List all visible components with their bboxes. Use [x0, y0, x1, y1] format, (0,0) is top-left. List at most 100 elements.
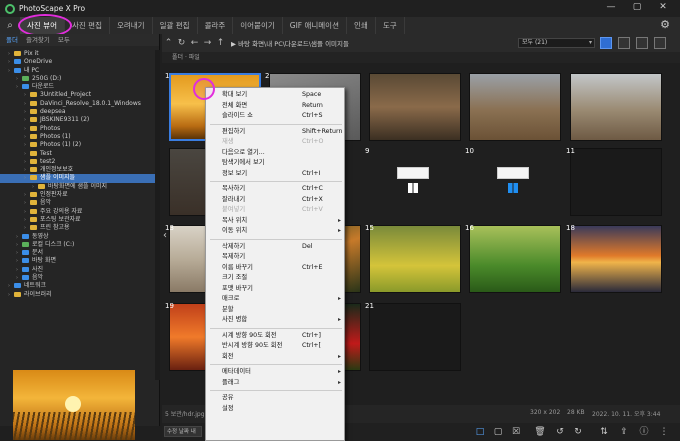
context-menu-item[interactable]: 공유	[206, 393, 346, 403]
forward-arrow-icon[interactable]: →	[201, 38, 214, 48]
thumbnail-cell[interactable]: 11	[566, 147, 663, 225]
context-menu-item[interactable]: 메타데이터 ▸	[206, 367, 346, 377]
tree-item[interactable]: › DaVinci_Resolve_18.0.1_Windows	[0, 100, 155, 108]
tree-item[interactable]: › 문서	[0, 249, 155, 257]
tree-item[interactable]: › 개인정보보호	[0, 166, 155, 174]
folder-path[interactable]: ▶ 바탕 화면\내 PC\다운로드\샘플 이미지들	[231, 38, 349, 48]
thumbnail-cell[interactable]: 15	[365, 224, 462, 302]
minimize-button[interactable]: —	[598, 2, 624, 12]
context-menu-item[interactable]: 매크로 ▸	[206, 294, 346, 304]
close-button[interactable]: ✕	[650, 2, 676, 12]
thumbnail-cell[interactable]: 10	[465, 147, 562, 225]
tree-item[interactable]: › 로컬 디스크 (C:)	[0, 241, 155, 249]
fullscreen-icon[interactable]	[654, 37, 666, 49]
context-menu-item[interactable]: 전체 화면 Return	[206, 101, 346, 111]
select-icon[interactable]: □	[474, 426, 486, 438]
context-menu-item[interactable]: 삭제하기 Del	[206, 242, 346, 252]
context-menu-item[interactable]: 이동 위치 ▸	[206, 226, 346, 236]
tab-cut-out[interactable]: 오려내기	[110, 17, 153, 34]
tree-item[interactable]: › 바탕 화면	[0, 257, 155, 265]
back-arrow-icon[interactable]: ←	[188, 38, 201, 48]
frame-icon[interactable]: ▢	[492, 426, 504, 438]
tree-item[interactable]: › Test	[0, 150, 155, 158]
refresh-icon[interactable]: ↻	[175, 38, 188, 48]
thumbnail-cell[interactable]: 16	[465, 224, 562, 302]
tree-item[interactable]: › 라이브러리	[0, 291, 155, 299]
thumbnail-cell[interactable]	[566, 72, 663, 150]
tree-item[interactable]: › 동영상	[0, 233, 155, 241]
tree-item[interactable]: › 프린 참고용	[0, 224, 155, 232]
context-menu-item[interactable]: 정보 보기 Ctrl+I	[206, 169, 346, 179]
context-menu-item[interactable]: 확대 보기 Space	[206, 90, 346, 100]
thumbnail-cell[interactable]	[465, 72, 562, 150]
rotate-right-icon[interactable]: ↻	[572, 426, 584, 438]
context-menu-item[interactable]: 편집하기 Shift+Return	[206, 127, 346, 137]
context-menu-item[interactable]: 반시계 방향 90도 회전 Ctrl+[	[206, 341, 346, 351]
tree-item[interactable]: › 250G (D:)	[0, 75, 155, 83]
context-menu-item[interactable]: 잘라내기 Ctrl+X	[206, 195, 346, 205]
tree-item[interactable]: › Pix it	[0, 50, 155, 58]
tree-item[interactable]: › 내 PC	[0, 67, 155, 75]
context-menu-item[interactable]: 슬라이드 쇼 Ctrl+S	[206, 111, 346, 121]
context-menu-item[interactable]: 복제하기	[206, 252, 346, 262]
tab-gif-animation[interactable]: GIF 애니메이션	[283, 17, 347, 34]
context-menu-item[interactable]: 플래그 ▸	[206, 378, 346, 388]
large-view-icon[interactable]	[636, 37, 648, 49]
filter-dropdown[interactable]: 모두 (21) ▾	[518, 38, 595, 48]
tree-item[interactable]: › 3Untitled_Project	[0, 91, 155, 99]
tree-item[interactable]: › Photos (1)	[0, 133, 155, 141]
context-menu-item[interactable]: 크기 조절	[206, 273, 346, 283]
tab-favorites[interactable]: 즐겨찾기	[26, 34, 50, 46]
tree-item[interactable]: › JBSKINE9311 (2)	[0, 116, 155, 124]
grid-left-arrow-icon[interactable]: ‹	[163, 230, 167, 241]
context-menu-item[interactable]: 분할	[206, 305, 346, 315]
context-menu-item[interactable]: 복사 위치 ▸	[206, 216, 346, 226]
gear-icon[interactable]: ⚙	[660, 18, 670, 31]
tab-folders[interactable]: 폴더	[6, 34, 18, 46]
thumbnail-cell[interactable]	[365, 72, 462, 150]
tree-item[interactable]: › 사진	[0, 266, 155, 274]
sort-icon[interactable]: ⇅	[598, 426, 610, 438]
parent-folder-icon[interactable]: ↑	[214, 38, 227, 48]
grid-view-icon[interactable]	[600, 37, 612, 49]
context-menu-item[interactable]: 다음으로 열기...	[206, 148, 346, 158]
tree-item[interactable]: › 바탕화면에 샘플 이미지	[0, 183, 155, 191]
tab-all[interactable]: 모두	[58, 34, 70, 46]
thumbnail-cell[interactable]: 9▶	[351, 147, 462, 235]
search-icon[interactable]: ⌕	[0, 20, 20, 31]
tree-item[interactable]: › OneDrive	[0, 58, 155, 66]
thumbnail-cell[interactable]: 21	[365, 302, 462, 380]
context-menu-item[interactable]: 사진 병합 ▸	[206, 315, 346, 325]
tree-item[interactable]: › 네트워크	[0, 282, 155, 290]
tree-item[interactable]: › 음악	[0, 199, 155, 207]
tab-batch-edit[interactable]: 일괄 편집	[153, 17, 198, 34]
context-menu-item[interactable]: 복사하기 Ctrl+C	[206, 184, 346, 194]
context-menu-item[interactable]: 설정	[206, 404, 346, 414]
tree-item[interactable]: › 다운로드	[0, 83, 155, 91]
tab-tools[interactable]: 도구	[376, 17, 405, 34]
context-menu-item[interactable]: 포맷 바꾸기	[206, 284, 346, 294]
rotate-left-icon[interactable]: ↺	[554, 426, 566, 438]
sort-select[interactable]: 수정 날짜 내	[164, 426, 202, 437]
tree-item[interactable]: › 샘플 이미지들	[0, 174, 155, 183]
tree-item[interactable]: › Photos (1) (2)	[0, 141, 155, 149]
tree-item[interactable]: › 인정판자료	[0, 191, 155, 199]
context-menu-item[interactable]: 이름 바꾸기 Ctrl+E	[206, 263, 346, 273]
list-view-icon[interactable]	[618, 37, 630, 49]
tree-item[interactable]: › 포스팅 보관자료	[0, 216, 155, 224]
tab-print[interactable]: 인쇄	[347, 17, 376, 34]
trash-icon[interactable]: 🗑	[534, 426, 546, 438]
thumbnail-cell[interactable]: 18	[566, 224, 663, 302]
context-menu-item[interactable]: 시계 방향 90도 회전 Ctrl+]	[206, 331, 346, 341]
tab-collage[interactable]: 콜라주	[198, 17, 234, 34]
tree-item[interactable]: › deepsea	[0, 108, 155, 116]
up-arrow-icon[interactable]: ⌃	[162, 38, 175, 48]
share-icon[interactable]: ⇪	[618, 426, 630, 438]
context-menu-item[interactable]: 회전 ▸	[206, 352, 346, 362]
more-icon[interactable]: ⋮	[658, 426, 670, 438]
maximize-button[interactable]: ▢	[624, 2, 650, 12]
tree-item[interactable]: › Photos	[0, 125, 155, 133]
context-menu-item[interactable]: 탐색기에서 보기	[206, 158, 346, 168]
info-icon[interactable]: ⓘ	[638, 426, 650, 438]
tree-item[interactable]: › test2	[0, 158, 155, 166]
